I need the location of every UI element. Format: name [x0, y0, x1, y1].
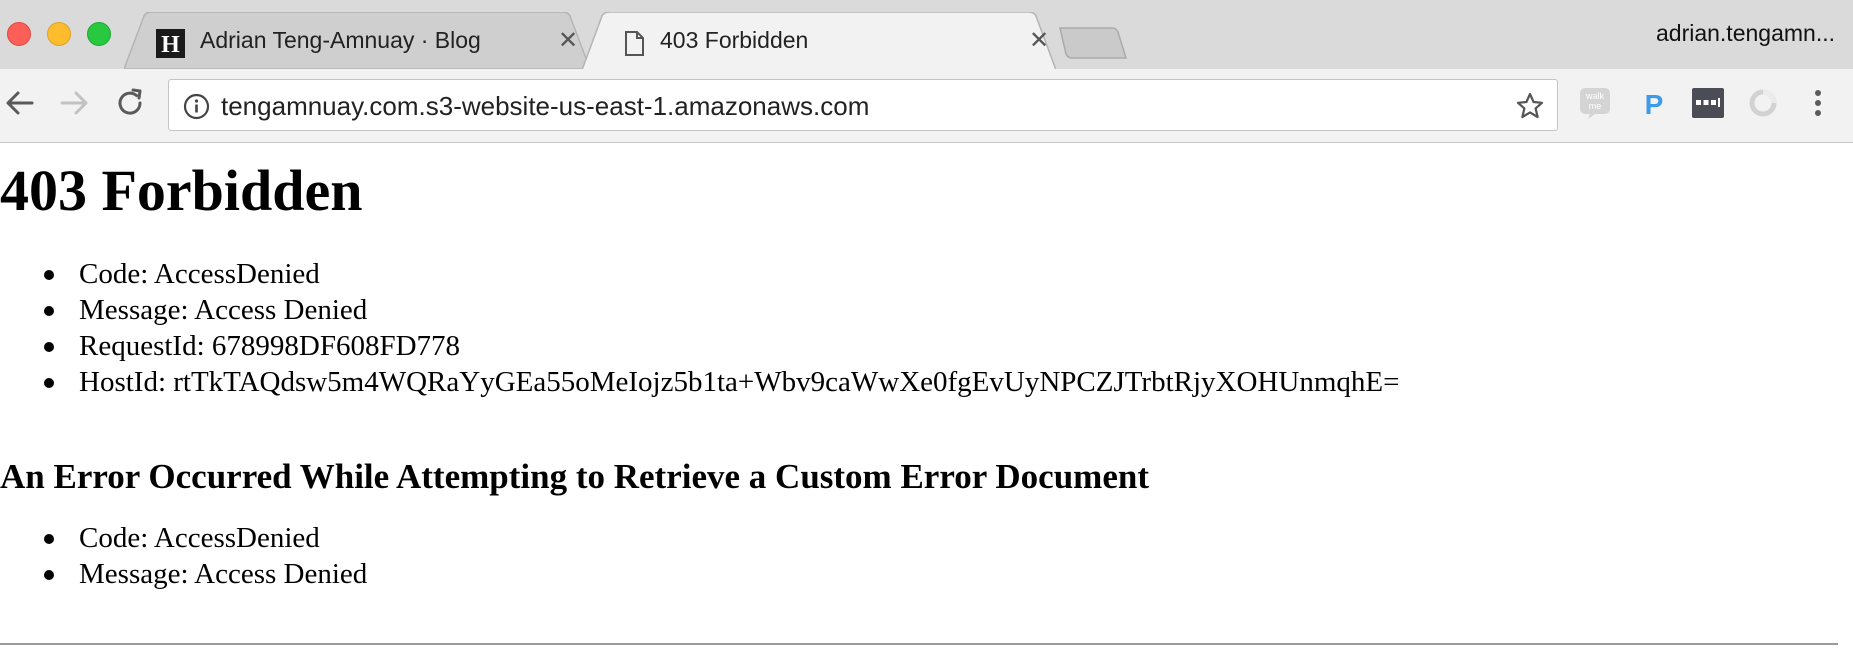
bookmark-star-icon[interactable] — [1515, 91, 1545, 121]
custom-error-code: Code: AccessDenied — [0, 520, 367, 556]
close-tab-icon[interactable]: ✕ — [555, 27, 581, 53]
tab-strip: H Adrian Teng-Amnuay · Blog ✕ 403 Forbid… — [0, 0, 1853, 70]
browser-toolbar: tengamnuay.com.s3-website-us-east-1.amaz… — [0, 69, 1853, 143]
close-tab-icon[interactable]: ✕ — [1026, 27, 1052, 53]
new-tab-button[interactable] — [1058, 26, 1128, 60]
address-bar[interactable]: tengamnuay.com.s3-website-us-east-1.amaz… — [168, 79, 1558, 131]
page-title: 403 Forbidden — [0, 158, 363, 223]
custom-error-details-list: Code: AccessDenied Message: Access Denie… — [0, 520, 367, 592]
tab-background — [582, 12, 1056, 70]
walkme-icon[interactable]: walk me — [1578, 86, 1612, 120]
custom-error-message: Message: Access Denied — [0, 556, 367, 592]
ring-extension-icon[interactable] — [1746, 86, 1780, 120]
password-manager-icon[interactable] — [1691, 86, 1725, 120]
page-icon — [625, 31, 644, 56]
detail-code: Code: AccessDenied — [0, 256, 1399, 292]
svg-text:P: P — [1645, 89, 1664, 120]
url-text[interactable]: tengamnuay.com.s3-website-us-east-1.amaz… — [221, 91, 869, 122]
h-logo-icon: H — [156, 29, 185, 58]
info-icon[interactable] — [183, 93, 210, 120]
reload-icon[interactable] — [112, 85, 148, 121]
favicon-letter: H — [161, 32, 180, 58]
window-minimize-button[interactable] — [47, 22, 71, 46]
back-arrow-icon[interactable] — [2, 85, 38, 121]
forward-arrow-icon[interactable] — [56, 85, 92, 121]
horizontal-rule — [0, 643, 1838, 645]
window-close-button[interactable] — [7, 22, 31, 46]
profile-name[interactable]: adrian.tengamn... — [1656, 20, 1835, 47]
detail-request-id: RequestId: 678998DF608FD778 — [0, 328, 1399, 364]
detail-host-id: HostId: rtTkTAQdsw5m4WQRaYyGEa55oMeIojz5… — [0, 364, 1399, 400]
tab-title: 403 Forbidden — [660, 27, 809, 53]
detail-message: Message: Access Denied — [0, 292, 1399, 328]
window-zoom-button[interactable] — [87, 22, 111, 46]
page-content: 403 Forbidden Code: AccessDenied Message… — [0, 144, 1853, 664]
tab-blog[interactable]: H Adrian Teng-Amnuay · Blog ✕ — [124, 12, 590, 69]
error-details-list: Code: AccessDenied Message: Access Denie… — [0, 256, 1399, 400]
custom-error-heading: An Error Occurred While Attempting to Re… — [0, 457, 1149, 496]
svg-text:me: me — [1589, 101, 1602, 111]
more-menu-icon[interactable] — [1803, 85, 1833, 121]
tab-403-forbidden[interactable]: 403 Forbidden ✕ — [582, 12, 1056, 70]
p-extension-icon[interactable]: P — [1637, 86, 1671, 120]
tab-title: Adrian Teng-Amnuay · Blog — [200, 27, 481, 53]
svg-text:walk: walk — [1585, 91, 1605, 101]
